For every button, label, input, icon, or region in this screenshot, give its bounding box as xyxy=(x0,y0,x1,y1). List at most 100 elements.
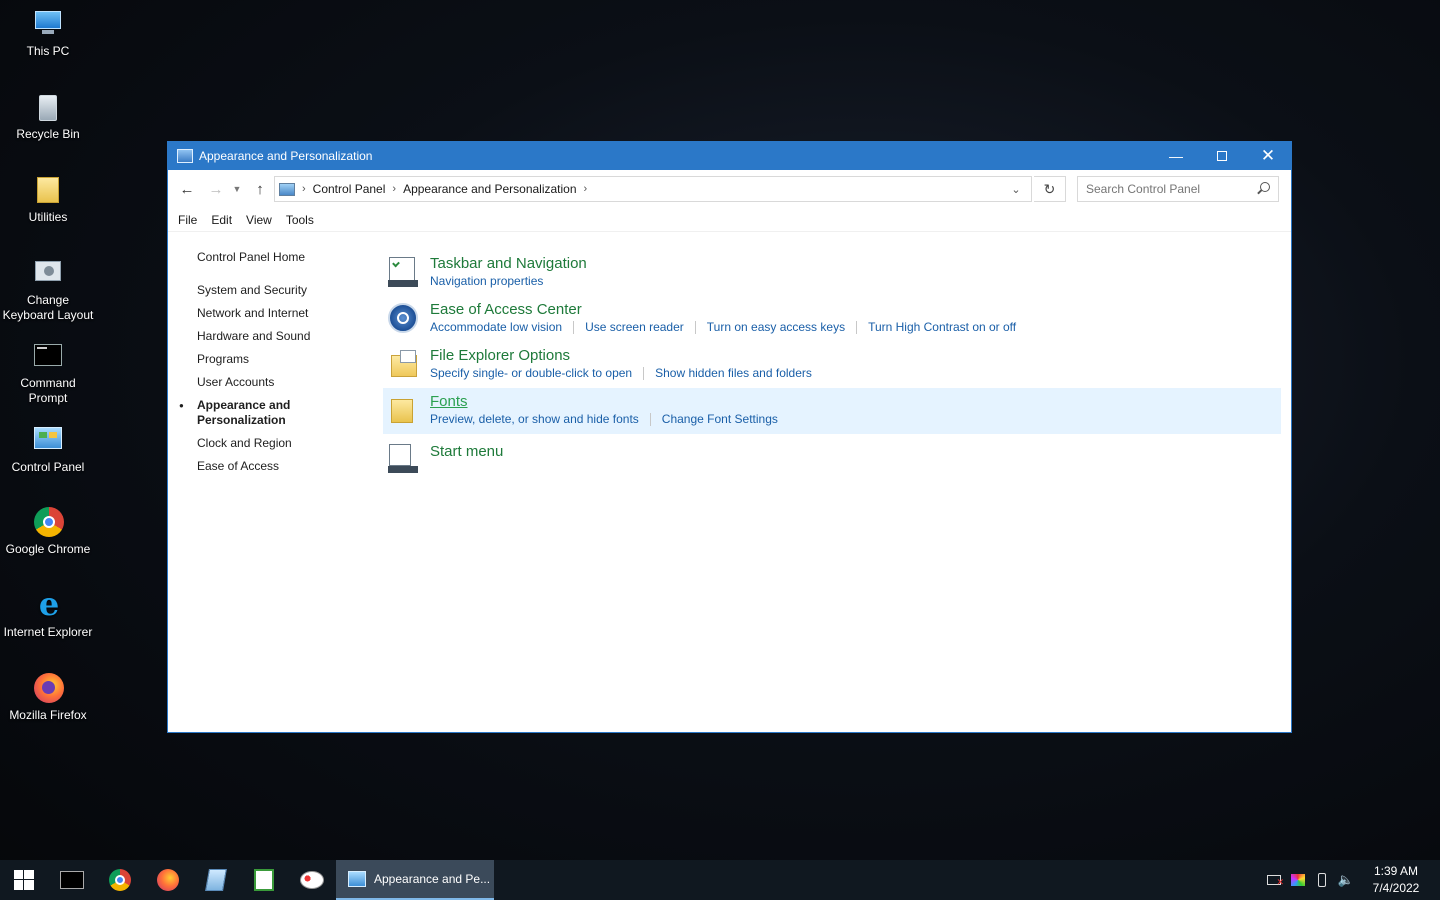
desktop-icon-this-pc[interactable]: This PC xyxy=(0,8,96,59)
link-divider xyxy=(694,321,696,334)
chevron-right-icon: › xyxy=(392,183,397,195)
taskbar: Appearance and Pe... ✕ 🔈 1:39 AM 7/4/202… xyxy=(0,860,1440,900)
folder-icon xyxy=(32,174,64,206)
link-single-or-double-click[interactable]: Specify single- or double-click to open xyxy=(430,366,632,381)
sidebar-item-system-and-security[interactable]: System and Security xyxy=(197,283,377,298)
minimize-button[interactable]: — xyxy=(1153,142,1199,170)
minimize-icon: — xyxy=(1169,148,1183,164)
search-box[interactable] xyxy=(1077,176,1279,202)
category-title-ease-of-access-center[interactable]: Ease of Access Center xyxy=(430,300,1281,319)
link-turn-on-easy-access-keys[interactable]: Turn on easy access keys xyxy=(707,320,845,335)
link-show-hidden-files[interactable]: Show hidden files and folders xyxy=(655,366,812,381)
address-bar[interactable]: › Control Panel › Appearance and Persona… xyxy=(274,176,1032,202)
windows-logo-icon xyxy=(14,870,34,890)
desktop-icon-utilities[interactable]: Utilities xyxy=(0,174,96,225)
desktop-icon-command-prompt[interactable]: Command Prompt xyxy=(0,340,96,406)
taskbar-paint[interactable] xyxy=(288,860,336,900)
command-prompt-icon xyxy=(32,340,64,372)
back-arrow-icon: ← xyxy=(179,180,195,198)
network-icon[interactable]: ✕ xyxy=(1262,860,1286,900)
firefox-icon xyxy=(32,672,64,704)
control-panel-window: Appearance and Personalization — ✕ ← → ▼… xyxy=(167,141,1292,733)
sidebar-item-network-and-internet[interactable]: Network and Internet xyxy=(197,306,377,321)
navigation-bar: ← → ▼ ↑ › Control Panel › Appearance and… xyxy=(168,170,1291,208)
link-change-font-settings[interactable]: Change Font Settings xyxy=(662,412,778,427)
folder-options-icon xyxy=(386,347,420,381)
keyboard-settings-icon xyxy=(32,257,64,289)
taskbar-firefox[interactable] xyxy=(144,860,192,900)
chrome-icon xyxy=(109,869,131,891)
sidebar-item-clock-and-region[interactable]: Clock and Region xyxy=(197,436,377,451)
category-taskbar-and-navigation: Taskbar and Navigation Navigation proper… xyxy=(383,250,1281,296)
link-divider xyxy=(643,367,645,380)
window-title: Appearance and Personalization xyxy=(199,149,373,163)
taskbar-window-appearance-and-personalization[interactable]: Appearance and Pe... xyxy=(336,860,494,900)
spreadsheet-icon xyxy=(254,869,274,891)
sidebar-item-control-panel-home[interactable]: Control Panel Home xyxy=(197,250,377,265)
category-list: Taskbar and Navigation Navigation proper… xyxy=(383,250,1281,480)
sidebar-item-hardware-and-sound[interactable]: Hardware and Sound xyxy=(197,329,377,344)
search-input[interactable] xyxy=(1078,182,1248,196)
taskbar-command-prompt[interactable] xyxy=(48,860,96,900)
desktop-icon-change-keyboard-layout[interactable]: Change Keyboard Layout xyxy=(0,257,96,323)
taskbar-icon xyxy=(386,255,420,289)
taskbar-notepad[interactable] xyxy=(192,860,240,900)
clock-time: 1:39 AM xyxy=(1373,864,1419,878)
chevron-right-icon[interactable]: › xyxy=(584,183,588,195)
chrome-icon xyxy=(32,506,64,538)
desktop-icon-internet-explorer[interactable]: e Internet Explorer xyxy=(0,585,96,640)
close-button[interactable]: ✕ xyxy=(1245,142,1291,170)
sidebar-item-appearance-and-personalization[interactable]: Appearance and Personalization xyxy=(179,398,307,428)
link-turn-high-contrast[interactable]: Turn High Contrast on or off xyxy=(868,320,1016,335)
link-divider xyxy=(856,321,858,334)
maximize-button[interactable] xyxy=(1199,142,1245,170)
menu-file[interactable]: File xyxy=(178,213,197,227)
close-icon: ✕ xyxy=(1260,146,1276,165)
link-use-screen-reader[interactable]: Use screen reader xyxy=(585,320,684,335)
taskbar-spreadsheet-app[interactable] xyxy=(240,860,288,900)
category-title-start-menu[interactable]: Start menu xyxy=(430,442,1281,461)
desktop-icon-recycle-bin[interactable]: Recycle Bin xyxy=(0,91,96,142)
firefox-icon xyxy=(157,869,179,891)
desktop-icon-mozilla-firefox[interactable]: Mozilla Firefox xyxy=(0,672,96,723)
refresh-button[interactable]: ↻ xyxy=(1034,176,1066,202)
this-pc-icon xyxy=(32,8,64,40)
system-clock[interactable]: 1:39 AM 7/4/2022 xyxy=(1358,863,1434,897)
link-divider xyxy=(573,321,575,334)
recent-locations-button[interactable]: ▼ xyxy=(229,176,245,202)
menu-view[interactable]: View xyxy=(246,213,272,227)
category-fonts[interactable]: Fonts Preview, delete, or show and hide … xyxy=(383,388,1281,434)
desktop-icon-control-panel[interactable]: Control Panel xyxy=(0,424,96,475)
back-button[interactable]: ← xyxy=(174,176,200,202)
category-title-taskbar-and-navigation[interactable]: Taskbar and Navigation xyxy=(430,254,1281,273)
up-arrow-icon: ↑ xyxy=(256,180,264,198)
link-navigation-properties[interactable]: Navigation properties xyxy=(430,274,543,289)
link-accommodate-low-vision[interactable]: Accommodate low vision xyxy=(430,320,562,335)
title-bar[interactable]: Appearance and Personalization — ✕ xyxy=(168,142,1291,170)
menu-edit[interactable]: Edit xyxy=(211,213,232,227)
forward-button[interactable]: → xyxy=(203,176,229,202)
sidebar-item-user-accounts[interactable]: User Accounts xyxy=(197,375,377,390)
start-button[interactable] xyxy=(0,860,48,900)
refresh-icon: ↻ xyxy=(1043,180,1056,197)
category-title-fonts[interactable]: Fonts xyxy=(430,392,1281,411)
link-preview-delete-fonts[interactable]: Preview, delete, or show and hide fonts xyxy=(430,412,639,427)
recycle-bin-icon xyxy=(32,91,64,123)
desktop-icon-google-chrome[interactable]: Google Chrome xyxy=(0,506,96,557)
category-file-explorer-options: File Explorer Options Specify single- or… xyxy=(383,342,1281,388)
sidebar-item-programs[interactable]: Programs xyxy=(197,352,377,367)
category-title-file-explorer-options[interactable]: File Explorer Options xyxy=(430,346,1281,365)
search-icon[interactable] xyxy=(1260,182,1270,192)
sidebar-item-ease-of-access[interactable]: Ease of Access xyxy=(197,459,377,474)
volume-muted-icon[interactable]: 🔈 xyxy=(1334,860,1358,900)
control-panel-icon xyxy=(32,424,64,456)
breadcrumb-control-panel[interactable]: Control Panel xyxy=(313,182,386,196)
menu-tools[interactable]: Tools xyxy=(286,213,314,227)
breadcrumb-appearance-and-personalization[interactable]: Appearance and Personalization xyxy=(403,182,576,196)
usb-device-icon[interactable] xyxy=(1310,860,1334,900)
internet-explorer-icon: e xyxy=(38,585,60,623)
up-button[interactable]: ↑ xyxy=(247,176,273,202)
color-settings-icon[interactable] xyxy=(1286,860,1310,900)
taskbar-chrome[interactable] xyxy=(96,860,144,900)
address-dropdown-button[interactable]: ⌄ xyxy=(1001,177,1031,201)
